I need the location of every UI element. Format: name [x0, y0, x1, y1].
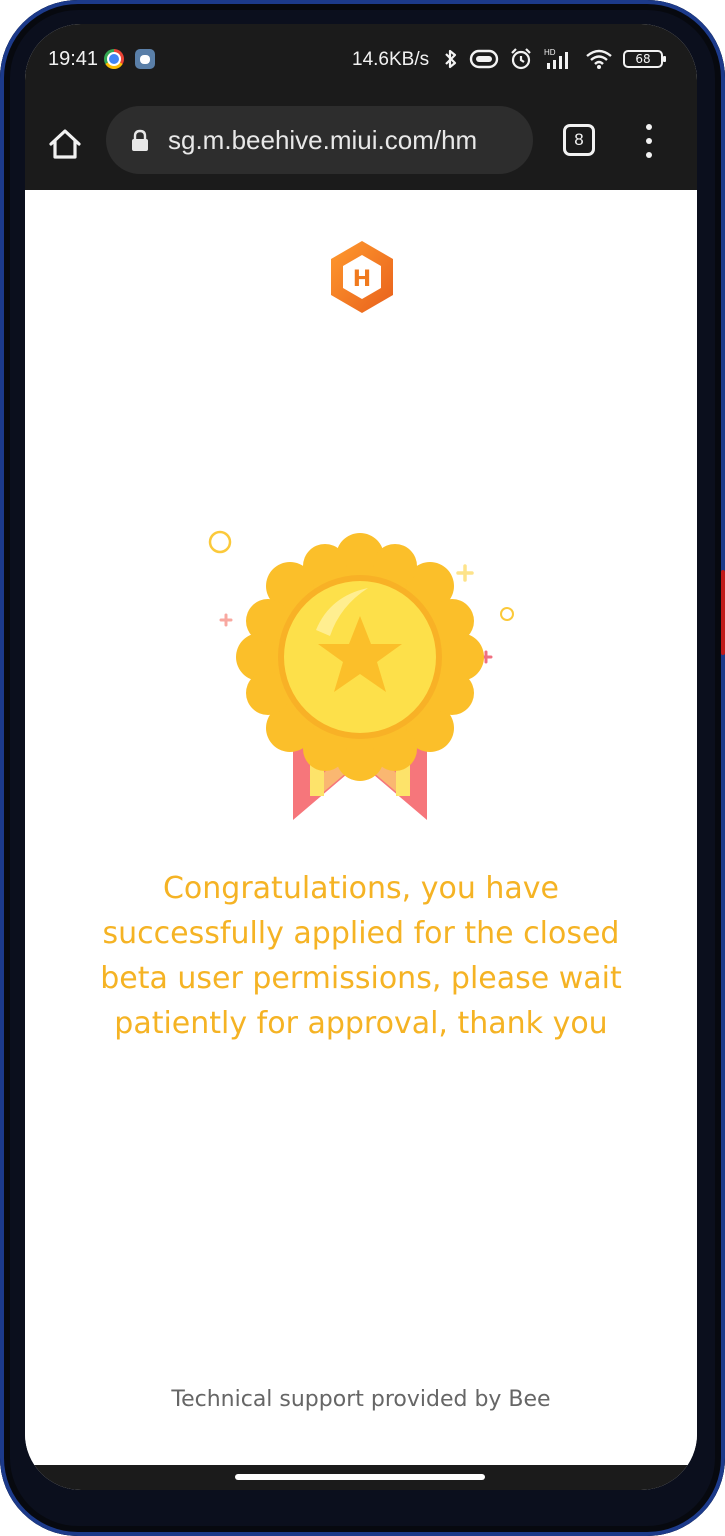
status-time: 19:41 [48, 48, 99, 70]
message-line: patiently for approval, thank you [114, 1006, 608, 1041]
bluetooth-icon [445, 49, 457, 69]
home-icon[interactable] [45, 124, 85, 164]
home-indicator[interactable] [235, 1474, 485, 1480]
hd-signal-icon: HD [544, 48, 568, 69]
message-line: Congratulations, you have [162, 871, 559, 906]
message-line: successfully applied for the closed [102, 916, 620, 951]
status-bar: 19:41 14.6KB/s HD 68 [25, 24, 697, 94]
url-text: sg.m.beehive.miui.com/hm [168, 125, 478, 155]
bee-app-icon [135, 49, 155, 69]
lock-icon [132, 129, 148, 151]
success-message: Congratulations, you have successfully a… [65, 866, 657, 1046]
message-line: beta user permissions, please wait [100, 961, 622, 996]
sparkle-circle [208, 530, 232, 554]
wifi-icon [586, 49, 612, 69]
data-saver-icon [469, 49, 499, 69]
sparkle-plus [219, 613, 233, 627]
tabs-icon[interactable]: 8 [563, 124, 595, 156]
page-content: H Congratulations, you have successfully… [25, 190, 697, 1465]
sparkle-plus [456, 564, 474, 582]
status-icons: HD 68 [443, 44, 666, 74]
network-speed: 14.6KB/s [352, 49, 430, 70]
power-button [721, 570, 725, 655]
more-vert-icon[interactable] [637, 122, 661, 162]
medal-badge [236, 533, 484, 781]
battery-icon: 68 [623, 50, 666, 68]
phone-frame: 19:41 14.6KB/s HD 68 sg.m.beehive.miui.c… [0, 0, 725, 1536]
phone-screen: 19:41 14.6KB/s HD 68 sg.m.beehive.miui.c… [25, 24, 697, 1490]
sparkle-circle [500, 607, 514, 621]
alarm-icon [511, 48, 531, 70]
footer-credit: Technical support provided by Bee [171, 1387, 551, 1412]
gesture-bar [25, 1465, 697, 1490]
address-bar[interactable]: sg.m.beehive.miui.com/hm [106, 106, 533, 174]
medal-illustration [208, 530, 514, 820]
svg-text:HD: HD [544, 48, 556, 57]
beehive-logo: H [331, 241, 393, 313]
browser-toolbar: sg.m.beehive.miui.com/hm 8 [25, 94, 697, 190]
svg-text:H: H [353, 267, 371, 292]
chrome-icon [104, 49, 124, 69]
volume-button [721, 305, 725, 505]
